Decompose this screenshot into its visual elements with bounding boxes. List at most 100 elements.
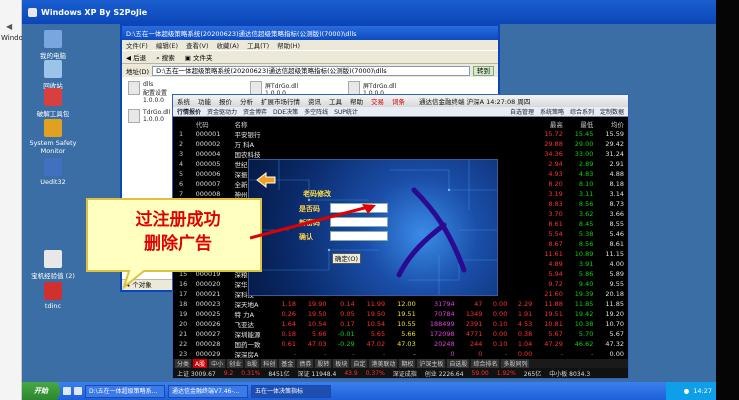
column-header[interactable]: 最高 [534, 119, 565, 129]
market-tab[interactable]: 分类 [175, 359, 192, 368]
table-cell: 1349 [465, 310, 483, 318]
table-cell: 3.91 [578, 260, 594, 268]
table-row[interactable]: 21 000027 深圳能源 0.18 5.66 -0.01 5.65 5.66 172098 4… [177, 329, 626, 339]
tab-dde[interactable]: DDE决策 [273, 107, 298, 116]
trade-menu-function[interactable]: 功能 [198, 96, 211, 106]
table-row[interactable]: 2 000002 万 科A 29.88 29.00 29.42 [177, 139, 626, 149]
market-tab[interactable]: 自选股 [447, 359, 470, 368]
trade-menu-help[interactable]: 帮助 [350, 96, 363, 106]
column-header[interactable] [418, 119, 457, 129]
table-row[interactable]: 18 000023 深天地A 1.18 19.90 0.14 11.99 12.00 31794… [177, 299, 626, 309]
desktop-icon-crack-toolkit[interactable]: 破解工具包 [22, 88, 84, 118]
trade-menu-extended[interactable]: 扩展市场行情 [261, 96, 300, 106]
back-button[interactable]: ◀ 后退 [126, 52, 146, 62]
file-item[interactable]: dlls 配置设置 1.0.0.0 [128, 81, 167, 104]
column-header[interactable] [457, 119, 485, 129]
market-tab[interactable]: 债券 [297, 359, 314, 368]
start-button[interactable]: 开始 [22, 382, 60, 400]
taskbar-decision-indicator[interactable]: 五在一体决策指标 [251, 384, 331, 398]
column-header[interactable] [509, 119, 534, 129]
table-row[interactable]: 3 000004 国农科技 34.36 33.00 31.24 [177, 149, 626, 159]
column-header[interactable] [387, 119, 418, 129]
menu-tools[interactable]: 工具(T) [247, 40, 269, 50]
folders-button[interactable]: ▣ 文件夹 [185, 52, 213, 62]
column-header[interactable] [298, 119, 329, 129]
market-tab[interactable]: 期权 [399, 359, 416, 368]
market-tab[interactable]: 港美联动 [369, 359, 398, 368]
column-header[interactable] [177, 119, 194, 129]
column-header[interactable]: 名称 [233, 119, 274, 129]
tab-long-short[interactable]: 多空阵线 [304, 107, 328, 116]
market-tab[interactable]: 多股同列 [501, 359, 530, 368]
menu-help[interactable]: 帮助(H) [277, 40, 300, 50]
go-button[interactable]: 转到 [473, 65, 494, 76]
host-collapse-icon[interactable]: ◀ [6, 22, 12, 31]
desktop-icon-tdinc[interactable]: tdinc [22, 282, 84, 310]
menu-file[interactable]: 文件(F) [126, 40, 148, 50]
market-tab[interactable]: 股转 [315, 359, 332, 368]
market-tab[interactable]: 综合排名 [471, 359, 500, 368]
menu-edit[interactable]: 编辑(E) [156, 40, 178, 50]
desktop-icon-system-safety-monitor[interactable]: System Safety Monitor [22, 119, 84, 155]
tab-sup[interactable]: SUP统计 [334, 107, 358, 116]
tab-capital-game[interactable]: 资金博弈 [243, 107, 267, 116]
column-header[interactable] [357, 119, 388, 129]
search-button[interactable]: ⌕ 搜索 [156, 52, 175, 63]
tab-composite[interactable]: 综合系列 [570, 107, 594, 116]
market-tab[interactable]: 创业 [227, 359, 244, 368]
market-tab[interactable]: 板块 [333, 359, 350, 368]
taskbar-trading-terminal[interactable]: 通达信金融终端V7.46-... [168, 384, 248, 398]
address-input[interactable]: D:\五在一体超级策略系统(20200623)通达信超级策略指标(公测版)(70… [152, 65, 470, 76]
trade-menu-quote[interactable]: 报价 [219, 96, 232, 106]
table-row[interactable]: 23 000029 深深房A - - - - - 0 0 - 0.00 - - 0.00 [177, 349, 626, 359]
table-row[interactable]: 19 000025 特 力A 0.26 19.50 0.05 19.50 19.51 70784… [177, 309, 626, 319]
explorer-title-bar[interactable]: D:\五在一体超级策略系统(20200623)通达信超级策略指标(公测版)(70… [122, 26, 498, 40]
menu-favorites[interactable]: 收藏(A) [217, 40, 240, 50]
desktop-icon-uedit32[interactable]: Uedit32 [22, 158, 84, 186]
table-cell: 19 [179, 310, 188, 318]
tray-icon[interactable]: ● [684, 387, 690, 395]
taskbar-explorer[interactable]: D:\五在一体超级策略系... [85, 384, 165, 398]
tab-strategy[interactable]: 系统策略 [540, 107, 564, 116]
table-cell: 5.46 [609, 230, 624, 238]
menu-view[interactable]: 查看(V) [186, 40, 209, 50]
column-header[interactable] [273, 119, 298, 129]
quick-launch-ie-icon[interactable] [63, 387, 71, 395]
trade-menu-entry[interactable]: 词条 [392, 96, 405, 106]
tab-watchlist[interactable]: 自选管理 [510, 107, 534, 116]
table-row[interactable]: 22 000028 国药一致 0.61 47.03 -0.29 47.02 47.03 2024… [177, 339, 626, 349]
trade-menu-trade[interactable]: 交易 [371, 96, 384, 106]
table-cell: 0.00 [517, 350, 533, 358]
tab-custom-data[interactable]: 定制数据 [600, 107, 624, 116]
back-arrow-icon[interactable] [255, 171, 277, 189]
column-header[interactable]: 均价 [595, 119, 626, 129]
table-row[interactable]: 20 000026 飞亚达 1.64 10.54 0.17 10.54 10.55 188499… [177, 319, 626, 329]
market-tab[interactable]: 自定 [351, 359, 368, 368]
column-header[interactable]: 最低 [565, 119, 596, 129]
index-value: 创业 2226.64 [424, 370, 464, 378]
column-header[interactable] [329, 119, 357, 129]
tab-capital-drive[interactable]: 资金驱动力 [207, 107, 237, 116]
table-row[interactable]: 1 000001 平安银行 15.72 15.45 15.59 [177, 129, 626, 139]
market-tab[interactable]: A股 [193, 359, 208, 368]
tab-quotes[interactable]: 行情报价 [177, 107, 201, 116]
column-header[interactable]: 代码 [194, 119, 233, 129]
ok-button[interactable]: 确定(O) [332, 253, 361, 264]
trade-title: 通达信金融终端 沪深A 14:27:08 周四 [419, 98, 531, 106]
market-tab[interactable]: 中小 [209, 359, 226, 368]
desktop-icon-recycle-bin[interactable]: 回收站 [22, 60, 84, 90]
trade-menu-analysis[interactable]: 分析 [240, 96, 253, 106]
trade-menu-system[interactable]: 系统 [177, 96, 190, 106]
market-tab[interactable]: 沪深主板 [417, 359, 446, 368]
desktop-icon-gem[interactable]: 宝机经验值 (2) [22, 250, 84, 280]
market-tab[interactable]: 基金 [279, 359, 296, 368]
desktop-icon-computer[interactable]: 我的电脑 [22, 30, 84, 60]
table-cell: 10.54 [307, 320, 327, 328]
market-tab[interactable]: 科创 [261, 359, 278, 368]
file-item[interactable]: TdrGo.dll 1.0.0.0 [128, 109, 170, 123]
trade-menu-tools[interactable]: 工具 [329, 96, 342, 106]
trade-menu-info[interactable]: 资讯 [308, 96, 321, 106]
quick-launch-desktop-icon[interactable] [74, 387, 82, 395]
column-header[interactable] [484, 119, 509, 129]
market-tab[interactable]: B股 [245, 359, 260, 368]
